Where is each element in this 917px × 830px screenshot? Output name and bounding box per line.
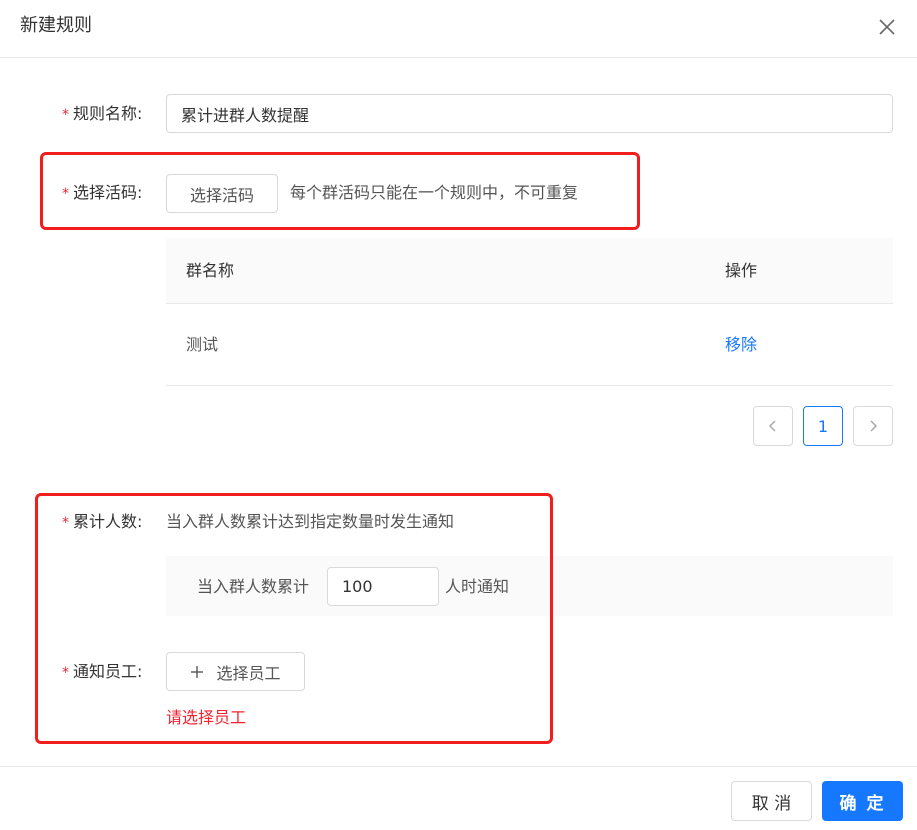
dialog-title: 新建规则 (20, 15, 92, 36)
select-code-label-text: 选择活码: (73, 183, 143, 202)
confirm-button[interactable]: 确 定 (822, 781, 903, 821)
cancel-button[interactable]: 取 消 (731, 781, 812, 821)
group-table: 群名称 操作 测试 移除 (166, 238, 893, 386)
column-header-group-name: 群名称 (186, 261, 235, 280)
cumulative-prefix: 当入群人数累计 (197, 577, 310, 596)
cumulative-description: 当入群人数累计达到指定数量时发生通知 (166, 512, 455, 531)
required-mark: * (62, 665, 69, 681)
rule-name-input[interactable] (166, 94, 893, 133)
select-staff-button-label: 选择员工 (216, 663, 281, 683)
chevron-left-icon (768, 420, 776, 432)
next-page-button[interactable] (853, 406, 893, 446)
group-name-cell: 测试 (186, 335, 219, 354)
remove-link[interactable]: 移除 (725, 334, 757, 356)
notify-staff-label-text: 通知员工: (73, 662, 143, 681)
cumulative-suffix: 人时通知 (445, 577, 510, 596)
dialog-header: 新建规则 (0, 0, 917, 58)
close-icon[interactable] (876, 16, 898, 38)
plus-icon (191, 665, 204, 678)
select-staff-button[interactable]: 选择员工 (166, 652, 305, 691)
cumulative-label: * 累计人数: (62, 511, 142, 534)
prev-page-button[interactable] (753, 406, 793, 446)
select-code-button[interactable]: 选择活码 (166, 174, 278, 213)
column-header-action: 操作 (725, 261, 758, 280)
staff-error-message: 请选择员工 (166, 708, 247, 727)
table-header: 群名称 操作 (166, 238, 893, 304)
select-code-hint: 每个群活码只能在一个规则中，不可重复 (290, 183, 579, 202)
required-mark: * (62, 186, 69, 202)
dialog-footer: 取 消 确 定 (0, 766, 917, 830)
notify-staff-label: * 通知员工: (62, 661, 142, 684)
rule-name-label-text: 规则名称: (73, 104, 143, 123)
cumulative-label-text: 累计人数: (73, 512, 143, 531)
cumulative-count-input[interactable] (327, 567, 439, 606)
chevron-right-icon (870, 420, 878, 432)
required-mark: * (62, 107, 69, 123)
table-row: 测试 移除 (166, 304, 893, 386)
select-code-label: * 选择活码: (62, 182, 142, 205)
rule-name-label: * 规则名称: (62, 103, 142, 126)
page-number-button[interactable]: 1 (803, 406, 843, 446)
required-mark: * (62, 515, 69, 531)
